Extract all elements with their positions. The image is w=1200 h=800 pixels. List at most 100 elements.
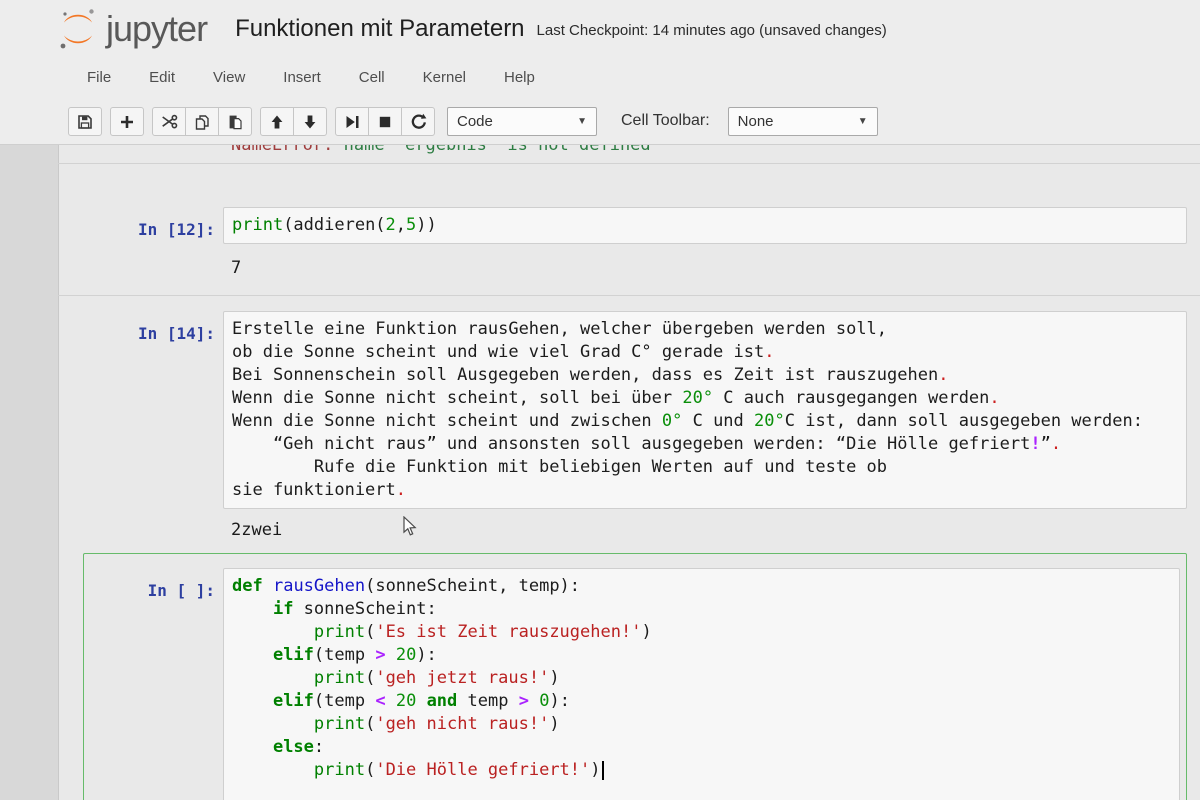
notebook-title[interactable]: Funktionen mit Parametern <box>235 15 524 43</box>
code-token: > <box>518 691 529 711</box>
code-token: print <box>232 215 284 235</box>
code-token: . <box>764 342 775 362</box>
code-token: 'Die Hölle gefriert!' <box>375 760 591 780</box>
add-cell-button[interactable] <box>110 107 144 136</box>
move-cell-up-button[interactable] <box>260 107 294 136</box>
cell-divider <box>58 163 1200 164</box>
code-token: . <box>395 480 407 500</box>
code-token: 20 <box>395 691 417 711</box>
input-prompt: In [14]: <box>137 324 215 343</box>
code-line: print('geh jetzt raus!') <box>232 667 1171 690</box>
code-token: 'Es ist Zeit rauszugehen!' <box>375 622 642 642</box>
output-area: 7 <box>83 255 1187 282</box>
code-token: print <box>313 668 366 688</box>
jupyter-logo[interactable]: jupyter <box>58 6 208 52</box>
run-cell-button[interactable] <box>335 107 369 136</box>
code-token: def <box>232 576 263 596</box>
app-header: jupyter Funktionen mit Parametern Last C… <box>0 0 1200 57</box>
code-line: “Geh nicht raus” und ansonsten soll ausg… <box>232 433 1178 456</box>
move-cell-down-button[interactable] <box>293 107 327 136</box>
code-token: 0° <box>661 411 683 431</box>
code-token: C und <box>682 411 755 431</box>
code-token: 5 <box>406 215 417 235</box>
save-icon <box>78 114 92 129</box>
menu-item-view[interactable]: View <box>194 57 264 99</box>
restart-kernel-button[interactable] <box>401 107 435 136</box>
interrupt-kernel-button[interactable] <box>368 107 402 136</box>
code-line: Bei Sonnenschein soll Ausgegeben werden,… <box>232 364 1178 387</box>
code-token: Erstelle eine Funktion rausGehen, welche… <box>232 319 888 339</box>
code-token: “Geh nicht raus” und ansonsten soll ausg… <box>232 434 1031 454</box>
code-token: ) <box>641 622 652 642</box>
notebook-container: NameError: name 'ergebnis' is not define… <box>58 145 1200 800</box>
menu-item-edit[interactable]: Edit <box>130 57 194 99</box>
menu-item-cell[interactable]: Cell <box>340 57 404 99</box>
code-token: ob die Sonne scheint und wie viel Grad C… <box>232 342 765 362</box>
code-line: Erstelle eine Funktion rausGehen, welche… <box>232 318 1178 341</box>
code-editor[interactable]: print(addieren(2,5)) <box>223 207 1187 244</box>
code-token: rausGehen <box>272 576 366 596</box>
cell-type-value: Code <box>457 113 493 130</box>
save-button[interactable] <box>68 107 102 136</box>
cell-toolbar-value: None <box>737 113 774 130</box>
add-cell-icon <box>121 115 133 128</box>
code-token: 20 <box>395 645 417 665</box>
jupyter-wordmark: jupyter <box>106 7 208 49</box>
output-area: 2zwei <box>83 517 1187 544</box>
cell-toolbar-select[interactable]: None ▼ <box>727 107 878 136</box>
code-token: and <box>426 691 458 711</box>
caret-down-icon: ▼ <box>857 116 868 127</box>
code-token: ) <box>549 668 560 688</box>
code-token: if <box>272 599 294 619</box>
cell-type-select[interactable]: Code ▼ <box>447 107 597 136</box>
code-token: ) <box>549 714 560 734</box>
arrow-up-icon <box>271 115 283 128</box>
cut-cell-button[interactable] <box>152 107 186 136</box>
code-editor[interactable]: def rausGehen(sonneScheint, temp): if so… <box>223 568 1180 800</box>
notebook-scroll-area[interactable]: NameError: name 'ergebnis' is not define… <box>0 145 1200 800</box>
menu-item-insert[interactable]: Insert <box>264 57 340 99</box>
code-line: Rufe die Funktion mit beliebigen Werten … <box>232 456 1178 479</box>
code-line: print('Es ist Zeit rauszugehen!') <box>232 621 1171 644</box>
code-token: (temp <box>313 691 376 711</box>
code-line: elif(temp > 20): <box>232 644 1171 667</box>
code-cell-in14[interactable]: In [14]: Erstelle eine Funktion rausGehe… <box>83 311 1187 509</box>
input-prompt: In [ ]: <box>147 581 215 600</box>
menu-item-help[interactable]: Help <box>485 57 554 99</box>
code-token: NameError <box>231 145 324 155</box>
paste-cell-button[interactable] <box>218 107 252 136</box>
code-token: sonneScheint: <box>293 599 437 619</box>
code-token: 2 <box>385 215 396 235</box>
code-line: Wenn die Sonne nicht scheint, soll bei ü… <box>232 387 1178 410</box>
output-text: 7 <box>231 258 242 278</box>
run-icon <box>346 115 359 128</box>
code-token: 20° <box>682 388 714 408</box>
code-editor[interactable]: Erstelle eine Funktion rausGehen, welche… <box>223 311 1187 509</box>
paste-icon <box>229 115 242 129</box>
menu-item-file[interactable]: File <box>68 57 130 99</box>
menu-item-kernel[interactable]: Kernel <box>404 57 485 99</box>
code-token: , <box>395 215 407 235</box>
code-token: < <box>375 691 386 711</box>
code-token: ( <box>365 760 376 780</box>
code-token: ( <box>365 622 376 642</box>
code-token: . <box>938 365 949 385</box>
code-line: print('geh nicht raus!') <box>232 713 1171 736</box>
code-token: Bei Sonnenschein soll Ausgegeben werden,… <box>232 365 939 385</box>
copy-cell-button[interactable] <box>185 107 219 136</box>
code-token: print <box>313 622 366 642</box>
input-prompt: In [12]: <box>137 220 215 239</box>
error-output: NameError: name 'ergebnis' is not define… <box>231 145 1187 158</box>
code-cell-in12[interactable]: In [12]: print(addieren(2,5)) <box>83 207 1187 244</box>
code-token: ( <box>365 714 376 734</box>
code-cell-selected[interactable]: In [ ]: def rausGehen(sonneScheint, temp… <box>83 553 1187 800</box>
